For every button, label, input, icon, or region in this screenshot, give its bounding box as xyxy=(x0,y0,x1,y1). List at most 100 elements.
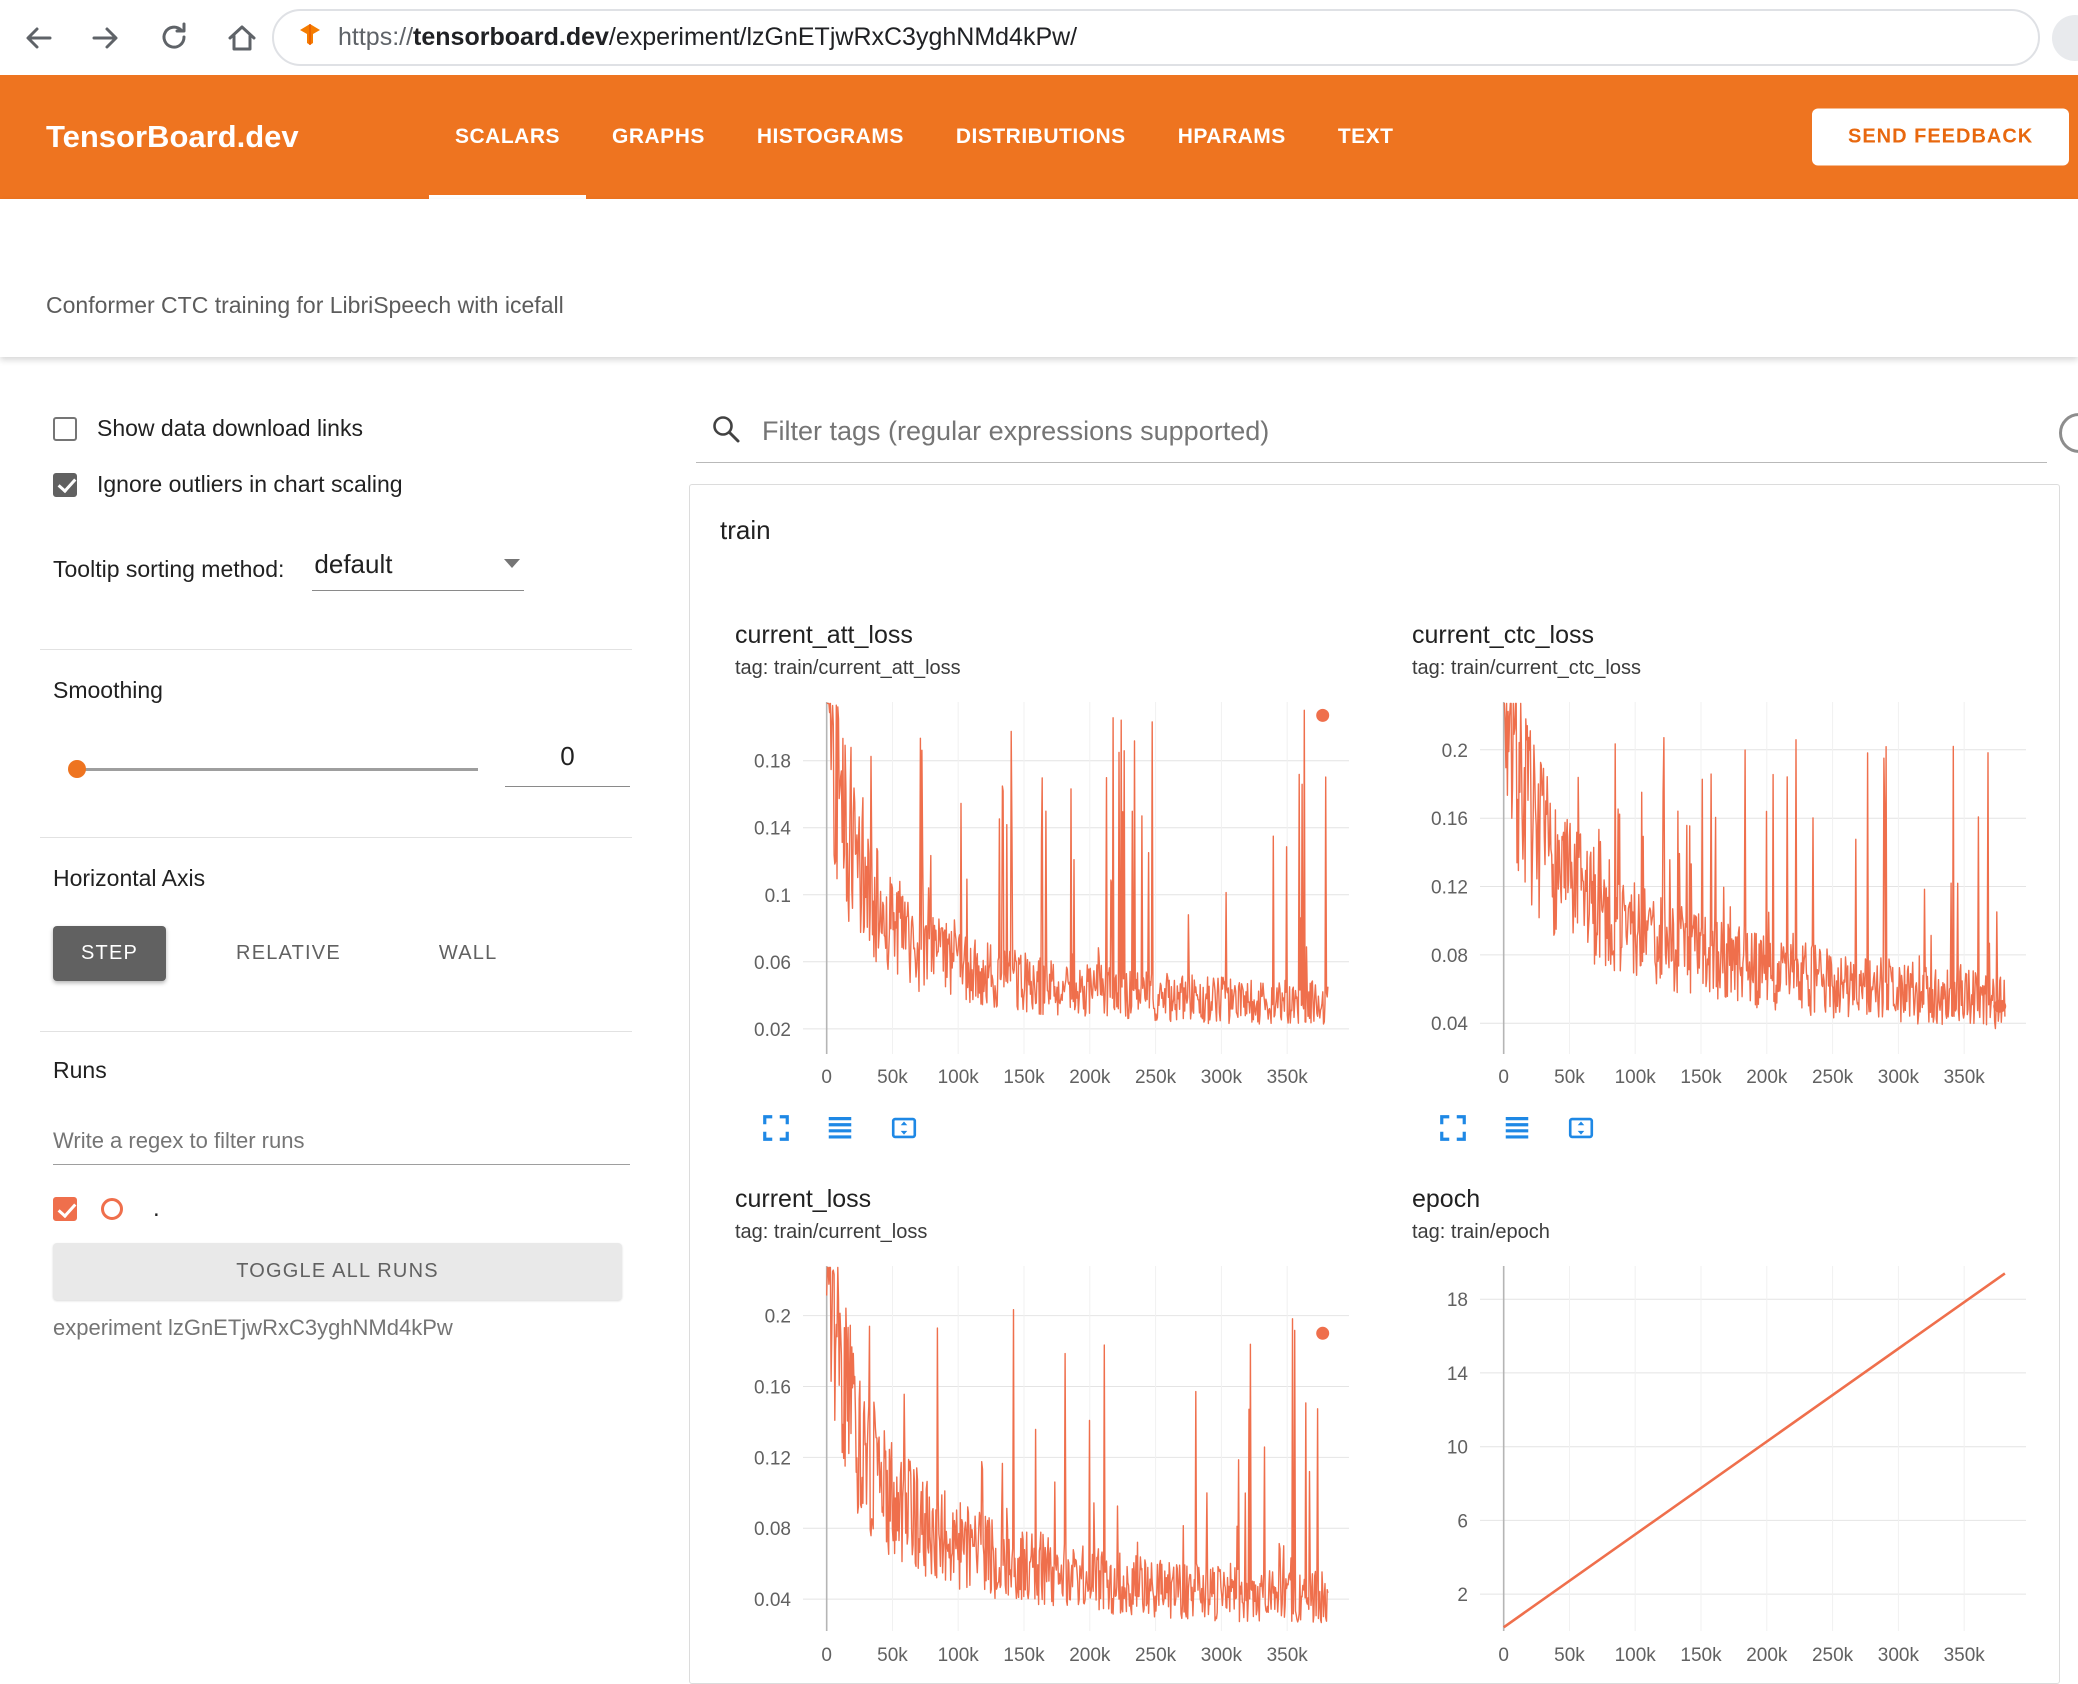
chart-card-current-att-loss: current_att_loss tag: train/current_att_… xyxy=(735,621,1395,1143)
svg-text:200k: 200k xyxy=(1069,1067,1111,1088)
chart-title: epoch xyxy=(1412,1185,1481,1213)
svg-text:0.04: 0.04 xyxy=(754,1590,791,1611)
chart-plot[interactable]: 2 6 10 14 18 0 50k 100k 150k 200k 250k 300k 350k xyxy=(1402,1258,2072,1675)
tooltip-sorting-select[interactable]: default xyxy=(312,547,525,591)
reload-data-icon[interactable] xyxy=(2059,413,2078,453)
fullscreen-icon[interactable] xyxy=(761,1113,791,1143)
svg-text:0.06: 0.06 xyxy=(754,953,791,974)
run-name: . xyxy=(153,1195,160,1222)
chevron-down-icon xyxy=(504,559,521,568)
svg-text:0.16: 0.16 xyxy=(754,1378,791,1399)
chart-tag: tag: train/current_att_loss xyxy=(735,657,961,679)
divider xyxy=(40,1031,632,1032)
tab-text[interactable]: TEXT xyxy=(1312,75,1420,199)
svg-text:150k: 150k xyxy=(1680,1067,1722,1088)
tab-graphs[interactable]: GRAPHS xyxy=(586,75,731,199)
ignore-outliers-checkbox[interactable] xyxy=(53,472,77,497)
tab-scalars[interactable]: SCALARS xyxy=(429,75,587,199)
home-icon[interactable] xyxy=(222,18,262,58)
relative-button[interactable]: RELATIVE xyxy=(208,926,369,981)
svg-text:250k: 250k xyxy=(1812,1645,1854,1666)
svg-text:0.1: 0.1 xyxy=(765,886,791,907)
chart-plot[interactable]: 0.04 0.08 0.12 0.16 0.2 0 50k 100k 150k 200k 250k 3… xyxy=(725,1258,1395,1675)
svg-text:350k: 350k xyxy=(1267,1067,1309,1088)
show-download-row[interactable]: Show data download links xyxy=(53,415,363,442)
chart-toolbar xyxy=(761,1113,1395,1143)
svg-text:18: 18 xyxy=(1447,1290,1468,1311)
experiment-id-label: experiment lzGnETjwRxC3yghNMd4kPw xyxy=(53,1315,453,1340)
svg-text:200k: 200k xyxy=(1069,1645,1111,1666)
svg-text:2: 2 xyxy=(1457,1585,1468,1606)
svg-text:0.08: 0.08 xyxy=(754,1519,791,1540)
fit-domain-icon[interactable] xyxy=(889,1113,919,1143)
fit-domain-icon[interactable] xyxy=(1566,1113,1596,1143)
svg-text:0: 0 xyxy=(1498,1067,1509,1088)
svg-text:0.2: 0.2 xyxy=(1442,741,1468,762)
tab-distributions[interactable]: DISTRIBUTIONS xyxy=(930,75,1152,199)
smoothing-slider-thumb[interactable] xyxy=(68,760,86,778)
toggle-all-runs-button[interactable]: TOGGLE ALL RUNS xyxy=(53,1243,622,1300)
chart-plot[interactable]: 0.04 0.08 0.12 0.16 0.2 0 50k 100k 150k 200k 250k 3… xyxy=(1402,694,2072,1097)
smoothing-slider[interactable] xyxy=(68,759,478,779)
chart-card-epoch: epoch tag: train/epoch 2 6 10 14 18 0 50k 100k 1… xyxy=(1412,1185,2072,1675)
reload-icon[interactable] xyxy=(154,18,194,58)
slider-track[interactable] xyxy=(70,767,478,771)
tooltip-sorting-value: default xyxy=(314,549,393,579)
tag-group-card: train current_att_loss tag: train/curren… xyxy=(689,484,2060,1684)
back-icon[interactable] xyxy=(18,18,58,58)
tag-filter-input[interactable] xyxy=(762,416,2047,447)
send-feedback-button[interactable]: SEND FEEDBACK xyxy=(1812,108,2070,166)
profile-avatar[interactable] xyxy=(2052,15,2078,61)
svg-text:100k: 100k xyxy=(1615,1645,1657,1666)
run-row[interactable]: . xyxy=(53,1195,160,1223)
divider xyxy=(40,837,632,838)
svg-text:0.18: 0.18 xyxy=(754,752,791,773)
tooltip-sorting-label: Tooltip sorting method: xyxy=(53,555,285,582)
horizontal-axis-heading: Horizontal Axis xyxy=(53,865,206,891)
smoothing-row: 0 xyxy=(0,741,670,801)
svg-text:350k: 350k xyxy=(1267,1645,1309,1666)
svg-text:0.12: 0.12 xyxy=(1431,878,1468,899)
chart-tag: tag: train/current_loss xyxy=(735,1221,928,1243)
ignore-outliers-label: Ignore outliers in chart scaling xyxy=(97,471,403,497)
svg-text:0: 0 xyxy=(1498,1645,1509,1666)
show-download-checkbox[interactable] xyxy=(53,416,77,441)
url-scheme: https:// xyxy=(338,23,414,51)
svg-text:350k: 350k xyxy=(1944,1067,1986,1088)
horizontal-axis-buttons: STEP RELATIVE WALL xyxy=(53,926,525,981)
svg-text:100k: 100k xyxy=(938,1067,980,1088)
tab-histograms[interactable]: HISTOGRAMS xyxy=(731,75,930,199)
ignore-outliers-row[interactable]: Ignore outliers in chart scaling xyxy=(53,471,403,498)
chart-title: current_att_loss xyxy=(735,621,913,649)
fullscreen-icon[interactable] xyxy=(1438,1113,1468,1143)
browser-chrome: https://tensorboard.dev/experiment/lzGnE… xyxy=(0,0,2078,75)
chart-card-current-loss: current_loss tag: train/current_loss 0.0… xyxy=(735,1185,1395,1675)
view-data-icon[interactable] xyxy=(1502,1113,1532,1143)
url-text: https://tensorboard.dev/experiment/lzGnE… xyxy=(338,23,1077,52)
runs-filter-wrap xyxy=(53,1117,630,1165)
svg-text:300k: 300k xyxy=(1878,1067,1920,1088)
tab-hparams[interactable]: HPARAMS xyxy=(1152,75,1312,199)
svg-text:10: 10 xyxy=(1447,1438,1468,1459)
chart-plot[interactable]: 0.02 0.06 0.1 0.14 0.18 0 50k 100k 150k 200k 250k 3… xyxy=(725,694,1395,1097)
chart-title: current_loss xyxy=(735,1185,872,1213)
svg-text:0: 0 xyxy=(821,1645,832,1666)
browser-nav-icons xyxy=(18,0,262,75)
view-data-icon[interactable] xyxy=(825,1113,855,1143)
address-bar[interactable]: https://tensorboard.dev/experiment/lzGnE… xyxy=(272,9,2040,66)
svg-text:150k: 150k xyxy=(1003,1067,1045,1088)
runs-heading: Runs xyxy=(53,1057,107,1083)
svg-text:200k: 200k xyxy=(1746,1645,1788,1666)
forward-icon[interactable] xyxy=(86,18,126,58)
step-button[interactable]: STEP xyxy=(53,926,167,981)
app-logo: TensorBoard.dev xyxy=(46,119,299,154)
svg-text:150k: 150k xyxy=(1680,1645,1722,1666)
chart-tag: tag: train/current_ctc_loss xyxy=(1412,657,1641,679)
smoothing-value-input[interactable]: 0 xyxy=(505,741,630,787)
divider xyxy=(40,649,632,650)
run-checkbox[interactable] xyxy=(53,1197,77,1221)
svg-text:100k: 100k xyxy=(1615,1067,1657,1088)
runs-filter-input[interactable] xyxy=(53,1117,630,1164)
show-download-label: Show data download links xyxy=(97,415,363,441)
wall-button[interactable]: WALL xyxy=(411,926,526,981)
